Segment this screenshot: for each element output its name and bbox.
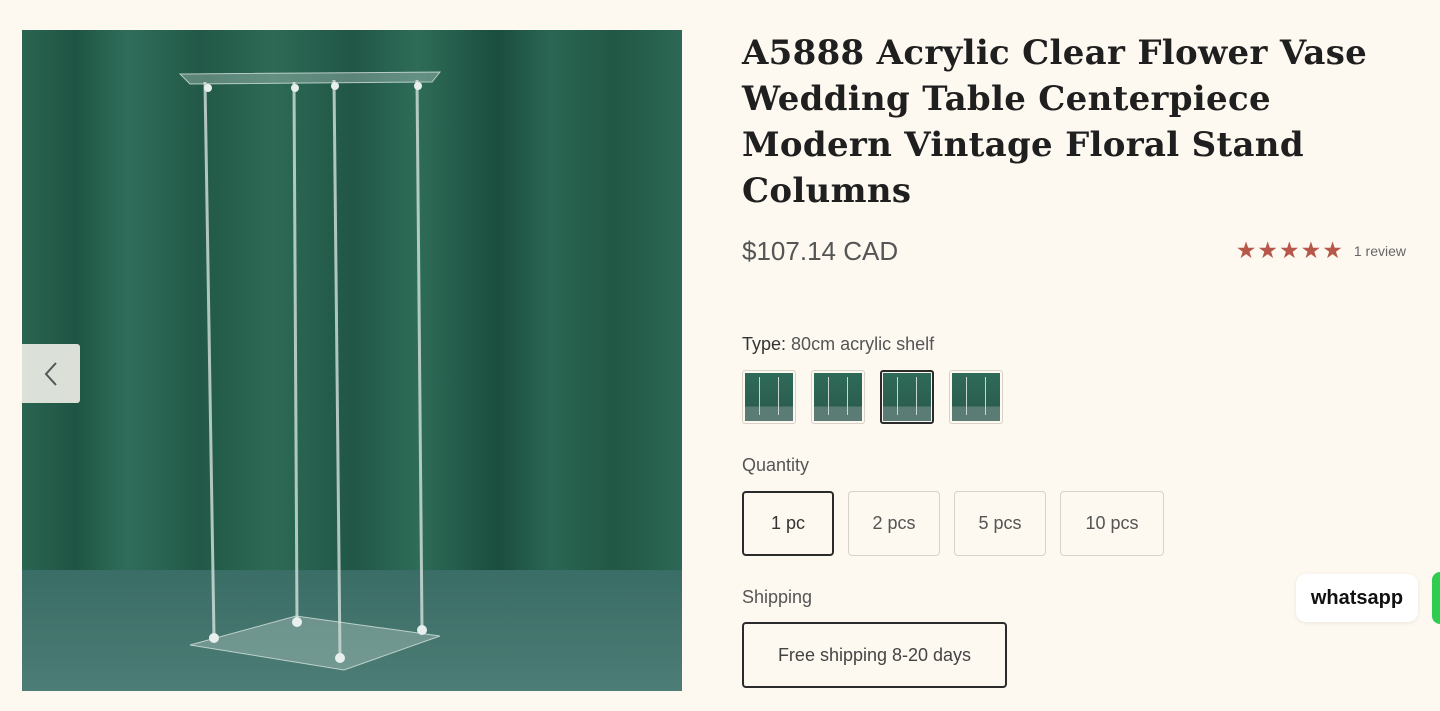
shipping-label: Shipping bbox=[742, 587, 813, 607]
product-photo bbox=[22, 30, 682, 691]
swatch-thumbnail bbox=[814, 373, 862, 421]
type-label-prefix: Type: bbox=[742, 334, 787, 354]
swatch-thumbnail bbox=[952, 373, 1000, 421]
type-swatches bbox=[742, 370, 1003, 424]
quantity-option-5pcs[interactable]: 5 pcs bbox=[954, 491, 1046, 556]
product-price: $107.14 CAD bbox=[742, 236, 899, 266]
star-rating-icon: ★★★★★ bbox=[1235, 237, 1344, 263]
type-swatch-2[interactable] bbox=[811, 370, 865, 424]
quantity-label: Quantity bbox=[742, 455, 810, 475]
type-swatch-1[interactable] bbox=[742, 370, 796, 424]
quantity-option-1pc[interactable]: 1 pc bbox=[742, 491, 834, 556]
whatsapp-button[interactable]: whatsapp bbox=[1296, 574, 1418, 622]
type-swatch-4[interactable] bbox=[949, 370, 1003, 424]
gallery-prev-button[interactable] bbox=[22, 344, 80, 403]
swatch-thumbnail bbox=[883, 373, 931, 421]
swatch-thumbnail bbox=[745, 373, 793, 421]
quantity-option-10pcs[interactable]: 10 pcs bbox=[1060, 491, 1164, 556]
type-selected-value: 80cm acrylic shelf bbox=[791, 334, 935, 354]
whatsapp-edge-icon[interactable] bbox=[1432, 572, 1440, 624]
quantity-options: 1 pc 2 pcs 5 pcs 10 pcs bbox=[742, 491, 1164, 556]
shipping-option-free[interactable]: Free shipping 8-20 days bbox=[742, 622, 1007, 688]
type-label: Type: 80cm acrylic shelf bbox=[742, 334, 934, 355]
product-image bbox=[22, 30, 682, 691]
review-count-link[interactable]: 1 review bbox=[1354, 243, 1406, 259]
chevron-left-icon bbox=[44, 361, 57, 386]
type-swatch-3[interactable] bbox=[880, 370, 934, 424]
product-title: A5888 Acrylic Clear Flower Vase Wedding … bbox=[742, 33, 1368, 211]
quantity-option-2pcs[interactable]: 2 pcs bbox=[848, 491, 940, 556]
product-rating[interactable]: ★★★★★ 1 review bbox=[1236, 237, 1406, 264]
